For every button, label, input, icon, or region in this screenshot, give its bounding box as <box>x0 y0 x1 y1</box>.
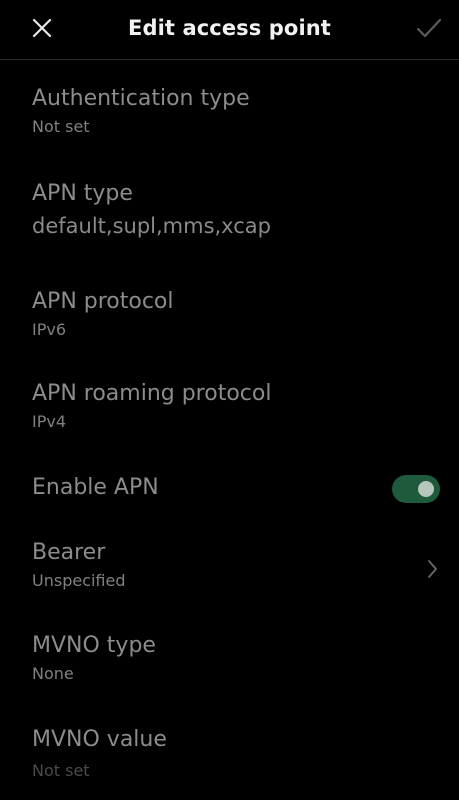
setting-bearer[interactable]: Bearer Unspecified <box>32 540 442 590</box>
setting-apn-roaming-protocol[interactable]: APN roaming protocol IPv4 <box>32 381 442 431</box>
chevron-right-icon <box>428 560 437 578</box>
setting-value: default,supl,mms,xcap <box>32 214 271 238</box>
setting-mvno-value[interactable]: MVNO value Not set <box>32 727 442 780</box>
setting-apn-type[interactable]: APN type default,supl,mms,xcap <box>32 181 442 238</box>
setting-label: MVNO type <box>32 633 156 658</box>
setting-value: Not set <box>32 761 90 780</box>
enable-apn-toggle[interactable] <box>392 475 440 503</box>
toggle-knob <box>418 481 434 497</box>
setting-apn-protocol[interactable]: APN protocol IPv6 <box>32 289 442 339</box>
setting-label: MVNO value <box>32 727 167 752</box>
setting-label: APN type <box>32 181 133 206</box>
setting-value: Not set <box>32 117 90 136</box>
setting-value: Unspecified <box>32 571 126 590</box>
page-title: Edit access point <box>128 16 331 40</box>
check-icon[interactable] <box>412 13 446 43</box>
setting-value: IPv4 <box>32 412 67 431</box>
setting-mvno-type[interactable]: MVNO type None <box>32 633 442 683</box>
setting-enable-apn[interactable]: Enable APN <box>32 475 442 500</box>
setting-authentication-type[interactable]: Authentication type Not set <box>32 86 442 136</box>
setting-label: Authentication type <box>32 86 250 111</box>
app-bar: Edit access point <box>0 0 459 60</box>
setting-label: Enable APN <box>32 475 159 500</box>
setting-value: IPv6 <box>32 320 67 339</box>
setting-label: APN roaming protocol <box>32 381 272 406</box>
setting-value: None <box>32 664 74 683</box>
setting-label: APN protocol <box>32 289 174 314</box>
setting-label: Bearer <box>32 540 106 565</box>
